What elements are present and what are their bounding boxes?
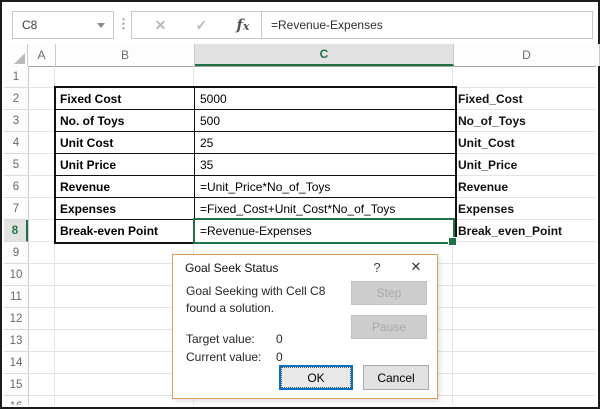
row-header-13[interactable]: 13 (4, 330, 28, 352)
current-value: 0 (276, 350, 283, 364)
row-header-16[interactable]: 16 (4, 396, 28, 405)
ok-button-label: OK (282, 368, 350, 387)
formula-bar: C8 ⋮ ✕ ✓ fx =Revenue-Expenses (4, 4, 596, 44)
cell-b3[interactable]: No. of Toys (56, 110, 195, 132)
select-all-triangle-icon (14, 53, 25, 64)
column-header-a[interactable]: A (28, 44, 56, 66)
cell-c5[interactable]: 35 (195, 154, 455, 176)
row-header-6[interactable]: 6 (4, 176, 28, 198)
column-header-b[interactable]: B (56, 44, 195, 66)
row-header-10[interactable]: 10 (4, 264, 28, 286)
name-box[interactable]: C8 (12, 11, 114, 39)
target-value-row: Target value: 0 (186, 332, 255, 346)
insert-function-icon[interactable]: fx (236, 16, 249, 34)
cell-d6[interactable]: Revenue (458, 176, 508, 198)
cell-d3[interactable]: No_of_Toys (458, 110, 526, 132)
current-value-label: Current value: (186, 350, 261, 364)
cell-b8[interactable]: Break-even Point (56, 220, 195, 242)
cell-c4[interactable]: 25 (195, 132, 455, 154)
formula-buttons-group: ✕ ✓ fx (131, 11, 273, 39)
cell-c2[interactable]: 5000 (195, 88, 455, 110)
pause-button[interactable]: Pause (351, 315, 427, 339)
ok-button[interactable]: OK (279, 365, 353, 390)
row-header-12[interactable]: 12 (4, 308, 28, 330)
close-icon[interactable]: ✕ (407, 259, 425, 275)
current-value-row: Current value: 0 (186, 350, 261, 364)
cell-d5[interactable]: Unit_Price (458, 154, 517, 176)
row-header-9[interactable]: 9 (4, 242, 28, 264)
cell-c8-active[interactable]: =Revenue-Expenses (195, 220, 455, 242)
row-header-column: 1 2 3 4 5 6 7 8 9 10 11 12 13 14 15 16 (4, 66, 29, 405)
row-header-3[interactable]: 3 (4, 110, 28, 132)
row-header-7[interactable]: 7 (4, 198, 28, 220)
row-header-4[interactable]: 4 (4, 132, 28, 154)
help-icon[interactable]: ? (369, 260, 385, 275)
cancel-formula-icon[interactable]: ✕ (155, 17, 167, 34)
step-button[interactable]: Step (351, 281, 427, 305)
column-header-c-active[interactable]: C (195, 44, 454, 66)
formula-text: =Revenue-Expenses (262, 18, 383, 32)
cell-d4[interactable]: Unit_Cost (458, 132, 515, 154)
cell-d2[interactable]: Fixed_Cost (458, 88, 523, 110)
cell-b5[interactable]: Unit Price (56, 154, 195, 176)
cell-b4[interactable]: Unit Cost (56, 132, 195, 154)
cell-d8[interactable]: Break_even_Point (458, 220, 562, 242)
enter-formula-icon[interactable]: ✓ (195, 17, 207, 34)
separator-dots-icon: ⋮ (117, 11, 130, 37)
row-header-8-active[interactable]: 8 (4, 220, 28, 242)
select-all-corner[interactable] (4, 44, 28, 66)
row-header-5[interactable]: 5 (4, 154, 28, 176)
column-header-d[interactable]: D (454, 44, 600, 66)
row-header-11[interactable]: 11 (4, 286, 28, 308)
data-range-b2-c8: Fixed Cost 5000 No. of Toys 500 Unit Cos… (54, 86, 457, 244)
row-header-1[interactable]: 1 (4, 66, 28, 88)
cell-c6[interactable]: =Unit_Price*No_of_Toys (195, 176, 455, 198)
screenshot-frame: C8 ⋮ ✕ ✓ fx =Revenue-Expenses A B C D 1 … (0, 0, 600, 409)
dialog-message-line2: found a solution. (186, 300, 325, 317)
name-box-value: C8 (13, 18, 97, 32)
column-header-row: A B C D (4, 44, 596, 67)
dialog-message: Goal Seeking with Cell C8 found a soluti… (186, 283, 325, 317)
name-box-dropdown-icon[interactable] (97, 23, 105, 28)
cell-b6[interactable]: Revenue (56, 176, 195, 198)
cell-d7[interactable]: Expenses (458, 198, 514, 220)
cancel-button[interactable]: Cancel (363, 365, 429, 390)
row-header-2[interactable]: 2 (4, 88, 28, 110)
fx-x: x (243, 20, 250, 33)
cell-b7[interactable]: Expenses (56, 198, 195, 220)
goal-seek-status-dialog: Goal Seek Status ? ✕ Goal Seeking with C… (172, 254, 438, 399)
row-header-15[interactable]: 15 (4, 374, 28, 396)
cell-c3[interactable]: 500 (195, 110, 455, 132)
target-value-label: Target value: (186, 332, 255, 346)
dialog-message-line1: Goal Seeking with Cell C8 (186, 283, 325, 300)
cell-b2[interactable]: Fixed Cost (56, 88, 195, 110)
row-header-14[interactable]: 14 (4, 352, 28, 374)
formula-input[interactable]: =Revenue-Expenses (261, 11, 593, 39)
dialog-title: Goal Seek Status (185, 261, 278, 275)
target-value: 0 (276, 332, 283, 346)
cell-c7[interactable]: =Fixed_Cost+Unit_Cost*No_of_Toys (195, 198, 455, 220)
